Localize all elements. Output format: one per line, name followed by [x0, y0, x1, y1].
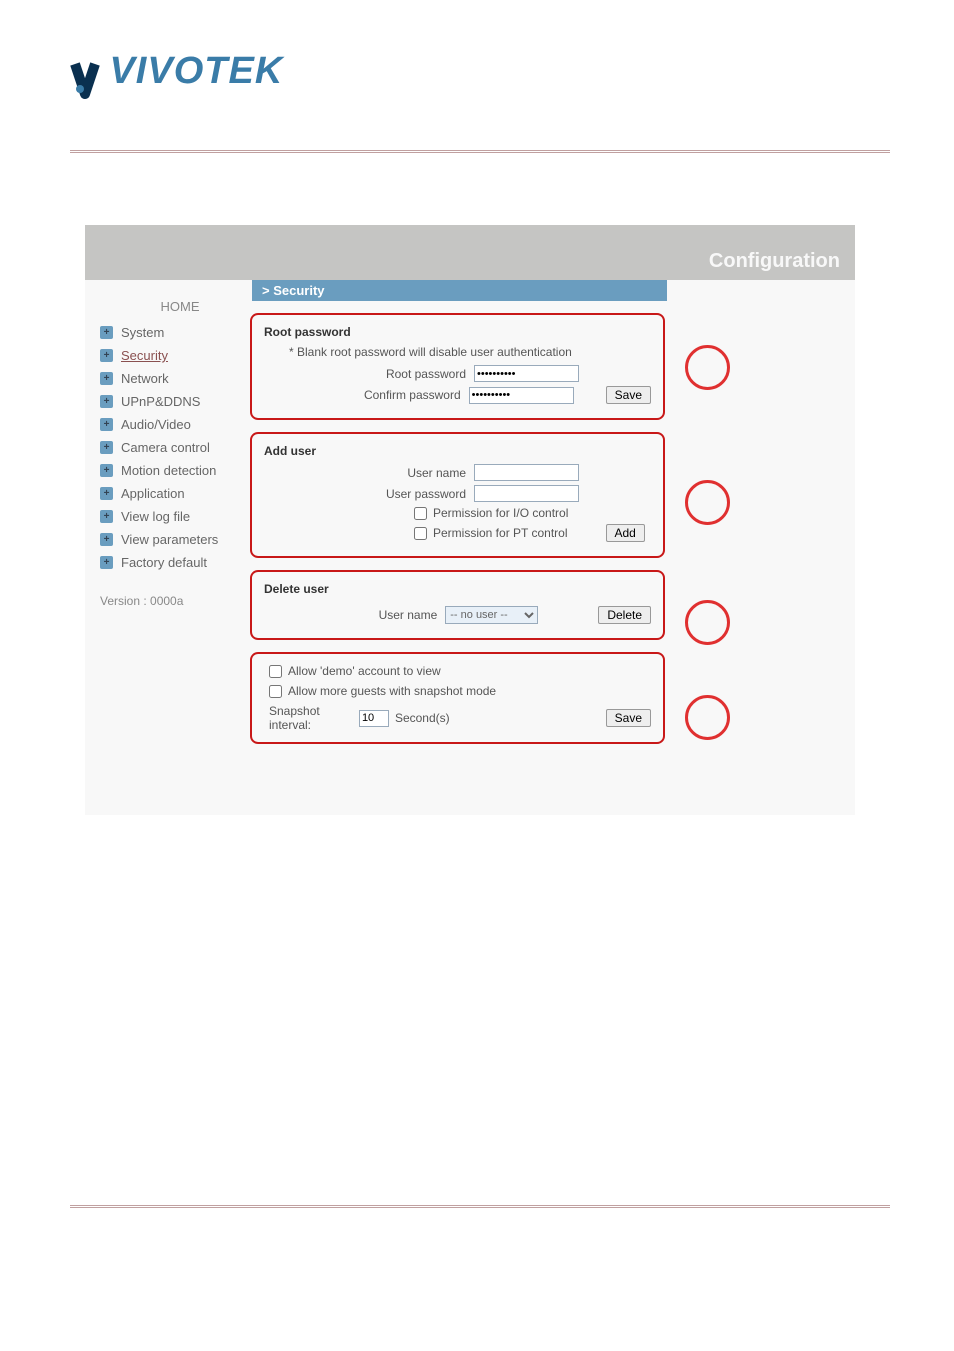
sidebar-item-viewparams[interactable]: + View parameters: [95, 528, 245, 551]
page-title: Configuration: [709, 250, 840, 273]
sidebar-item-audiovideo[interactable]: + Audio/Video: [95, 413, 245, 436]
footer-divider: [70, 1205, 890, 1208]
plus-icon: +: [100, 395, 113, 408]
plus-icon: +: [100, 418, 113, 431]
sidebar-item-label: Application: [121, 486, 185, 501]
root-password-title: Root password: [264, 325, 651, 339]
root-password-input[interactable]: [474, 365, 579, 382]
allow-guests-label: Allow more guests with snapshot mode: [288, 684, 496, 698]
pt-permission-checkbox[interactable]: [414, 527, 427, 540]
annotation-circle: [685, 600, 730, 645]
root-password-note: * Blank root password will disable user …: [289, 345, 651, 359]
demo-panel: Allow 'demo' account to view Allow more …: [250, 652, 665, 744]
allow-guests-checkbox[interactable]: [269, 685, 282, 698]
sidebar-item-network[interactable]: + Network: [95, 367, 245, 390]
seconds-label: Second(s): [395, 711, 450, 725]
sidebar-item-label: Motion detection: [121, 463, 216, 478]
logo-text: VIVOTEK: [109, 50, 283, 92]
snapshot-interval-input[interactable]: [359, 710, 389, 727]
plus-icon: +: [100, 464, 113, 477]
io-permission-checkbox[interactable]: [414, 507, 427, 520]
sidebar-item-application[interactable]: + Application: [95, 482, 245, 505]
config-container: Configuration HOME + System + Security +…: [85, 225, 855, 815]
root-password-label: Root password: [264, 367, 474, 381]
allow-demo-label: Allow 'demo' account to view: [288, 664, 441, 678]
sidebar-item-upnp[interactable]: + UPnP&DDNS: [95, 390, 245, 413]
sidebar-item-label: Factory default: [121, 555, 207, 570]
confirm-password-label: Confirm password: [264, 388, 469, 402]
sidebar-item-label: System: [121, 325, 164, 340]
add-button[interactable]: Add: [606, 524, 645, 542]
sidebar-item-viewlog[interactable]: + View log file: [95, 505, 245, 528]
confirm-password-input[interactable]: [469, 387, 574, 404]
save-button[interactable]: Save: [606, 386, 651, 404]
sidebar-item-label: Audio/Video: [121, 417, 191, 432]
sidebar-item-camera[interactable]: + Camera control: [95, 436, 245, 459]
root-password-panel: Root password * Blank root password will…: [250, 313, 665, 420]
plus-icon: +: [100, 349, 113, 362]
header-divider: [70, 150, 890, 153]
plus-icon: +: [100, 326, 113, 339]
plus-icon: +: [100, 487, 113, 500]
logo: VIVOTEK: [70, 50, 283, 99]
nav-home[interactable]: HOME: [115, 295, 245, 318]
annotation-circle: [685, 695, 730, 740]
sidebar-item-label: View parameters: [121, 532, 218, 547]
sidebar-item-security[interactable]: + Security: [95, 344, 245, 367]
sidebar-item-label: Network: [121, 371, 169, 386]
delete-username-label: User name: [264, 608, 445, 622]
pt-permission-label: Permission for PT control: [433, 526, 568, 540]
version-text: Version : 0000a: [95, 594, 245, 608]
top-bar: Configuration: [85, 225, 855, 280]
delete-user-title: Delete user: [264, 582, 651, 596]
plus-icon: +: [100, 441, 113, 454]
delete-user-panel: Delete user User name -- no user -- Dele…: [250, 570, 665, 640]
sidebar-item-label: Security: [121, 348, 168, 363]
save-button[interactable]: Save: [606, 709, 651, 727]
delete-button[interactable]: Delete: [598, 606, 651, 624]
add-user-panel: Add user User name User password Permiss…: [250, 432, 665, 558]
sidebar-item-motion[interactable]: + Motion detection: [95, 459, 245, 482]
user-password-input[interactable]: [474, 485, 579, 502]
snapshot-label: Snapshot interval:: [269, 704, 353, 732]
section-header: > Security: [252, 280, 667, 301]
annotation-circle: [685, 345, 730, 390]
sidebar-item-label: Camera control: [121, 440, 210, 455]
sidebar-item-label: UPnP&DDNS: [121, 394, 200, 409]
io-permission-label: Permission for I/O control: [433, 506, 568, 520]
sidebar-item-factory[interactable]: + Factory default: [95, 551, 245, 574]
plus-icon: +: [100, 556, 113, 569]
username-label: User name: [264, 466, 474, 480]
username-input[interactable]: [474, 464, 579, 481]
add-user-title: Add user: [264, 444, 651, 458]
plus-icon: +: [100, 372, 113, 385]
user-password-label: User password: [264, 487, 474, 501]
sidebar-item-system[interactable]: + System: [95, 321, 245, 344]
allow-demo-checkbox[interactable]: [269, 665, 282, 678]
plus-icon: +: [100, 533, 113, 546]
nav-sidebar: HOME + System + Security + Network + UPn…: [95, 295, 245, 608]
delete-user-select[interactable]: -- no user --: [445, 606, 538, 624]
sidebar-item-label: View log file: [121, 509, 190, 524]
plus-icon: +: [100, 510, 113, 523]
content-area: > Security Root password * Blank root pa…: [250, 280, 670, 744]
annotation-circle: [685, 480, 730, 525]
